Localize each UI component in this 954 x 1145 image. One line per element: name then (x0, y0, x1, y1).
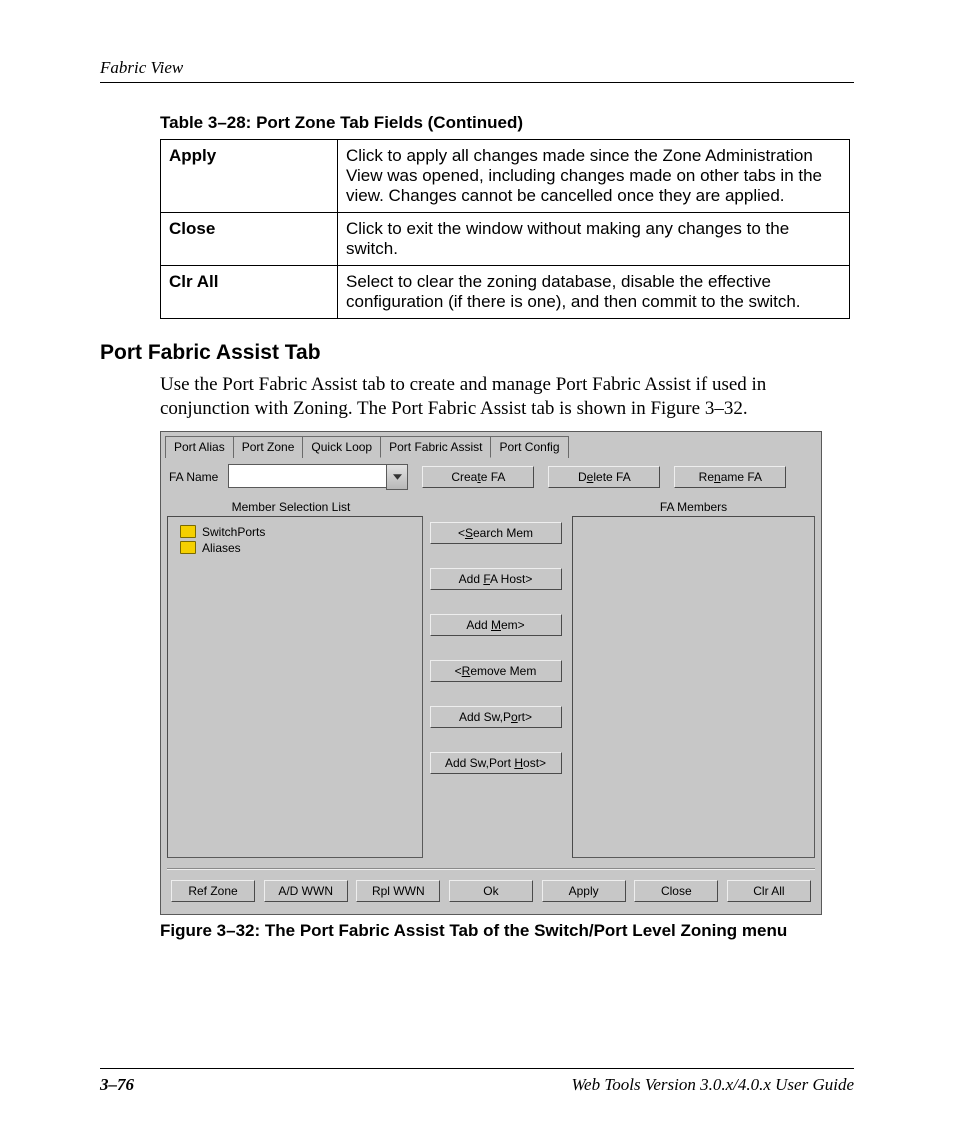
running-header: Fabric View (100, 58, 854, 83)
tree-label: Aliases (202, 541, 241, 555)
page-footer: 3–76 Web Tools Version 3.0.x/4.0.x User … (100, 1068, 854, 1095)
apply-button[interactable]: Apply (542, 880, 626, 902)
fields-table: Apply Click to apply all changes made si… (160, 139, 850, 319)
delete-fa-button[interactable]: Delete FA (548, 466, 660, 488)
guide-title: Web Tools Version 3.0.x/4.0.x User Guide (571, 1075, 854, 1095)
fa-name-combo[interactable] (228, 464, 408, 490)
tab-port-config[interactable]: Port Config (490, 436, 568, 458)
bottom-buttons: Ref Zone A/D WWN Rpl WWN Ok Apply Close … (161, 870, 821, 914)
ok-button[interactable]: Ok (449, 880, 533, 902)
ad-wwn-button[interactable]: A/D WWN (264, 880, 348, 902)
table-row: Apply Click to apply all changes made si… (161, 140, 850, 213)
clr-all-button[interactable]: Clr All (727, 880, 811, 902)
folder-icon (180, 541, 196, 554)
col-head-right: FA Members (566, 500, 821, 514)
fa-members-list[interactable] (572, 516, 815, 858)
add-sw-port-host-button[interactable]: Add Sw,Port Host> (430, 752, 562, 774)
screenshot-panel: Port Alias Port Zone Quick Loop Port Fab… (160, 431, 822, 915)
ref-zone-button[interactable]: Ref Zone (171, 880, 255, 902)
remove-mem-button[interactable]: <Remove Mem (430, 660, 562, 682)
tab-port-fabric-assist[interactable]: Port Fabric Assist (380, 436, 491, 458)
three-column-area: SwitchPorts Aliases <Search Mem Add FA H… (161, 516, 821, 864)
add-mem-button[interactable]: Add Mem> (430, 614, 562, 636)
column-headers: Member Selection List FA Members (161, 496, 821, 516)
tab-port-alias[interactable]: Port Alias (165, 436, 234, 458)
tab-strip: Port Alias Port Zone Quick Loop Port Fab… (161, 432, 821, 458)
fa-name-label: FA Name (169, 470, 218, 484)
section-body: Use the Port Fabric Assist tab to create… (160, 373, 850, 421)
field-desc: Select to clear the zoning database, dis… (338, 266, 850, 319)
folder-icon (180, 525, 196, 538)
transfer-buttons: <Search Mem Add FA Host> Add Mem> <Remov… (423, 516, 568, 858)
create-fa-button[interactable]: Create FA (422, 466, 534, 488)
figure-caption: Figure 3–32: The Port Fabric Assist Tab … (160, 921, 854, 941)
add-sw-port-button[interactable]: Add Sw,Port> (430, 706, 562, 728)
field-desc: Click to apply all changes made since th… (338, 140, 850, 213)
search-mem-button[interactable]: <Search Mem (430, 522, 562, 544)
page: Fabric View Table 3–28: Port Zone Tab Fi… (0, 0, 954, 1145)
add-fa-host-button[interactable]: Add FA Host> (430, 568, 562, 590)
section-heading: Port Fabric Assist Tab (100, 341, 854, 365)
tab-quick-loop[interactable]: Quick Loop (302, 436, 381, 458)
tree-label: SwitchPorts (202, 525, 265, 539)
page-number: 3–76 (100, 1075, 134, 1095)
fa-name-input[interactable] (228, 464, 386, 488)
col-head-left: Member Selection List (161, 500, 421, 514)
rpl-wwn-button[interactable]: Rpl WWN (356, 880, 440, 902)
table-row: Clr All Select to clear the zoning datab… (161, 266, 850, 319)
close-button[interactable]: Close (634, 880, 718, 902)
field-key: Apply (161, 140, 338, 213)
table-caption: Table 3–28: Port Zone Tab Fields (Contin… (160, 113, 854, 133)
field-key: Close (161, 213, 338, 266)
chevron-down-icon (393, 474, 402, 480)
tree-item-switchports[interactable]: SwitchPorts (180, 525, 416, 539)
tab-port-zone[interactable]: Port Zone (233, 436, 304, 458)
table-row: Close Click to exit the window without m… (161, 213, 850, 266)
tree-item-aliases[interactable]: Aliases (180, 541, 416, 555)
field-key: Clr All (161, 266, 338, 319)
combo-dropdown-button[interactable] (386, 464, 408, 490)
fa-toolbar: FA Name Create FA Delete FA Rename FA (161, 458, 821, 496)
member-selection-list[interactable]: SwitchPorts Aliases (167, 516, 423, 858)
field-desc: Click to exit the window without making … (338, 213, 850, 266)
rename-fa-button[interactable]: Rename FA (674, 466, 786, 488)
